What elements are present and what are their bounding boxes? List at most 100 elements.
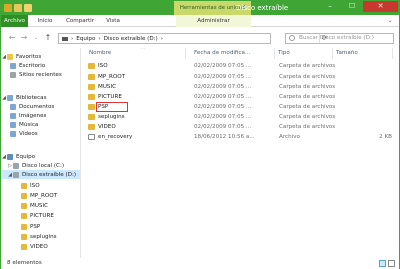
- close-button[interactable]: ✕: [363, 1, 398, 12]
- nav-item-musica[interactable]: Música: [1, 120, 80, 129]
- file-row[interactable]: seplugins 02/02/2009 07:05 ... Carpeta d…: [86, 112, 396, 122]
- nav-subfolder[interactable]: ISO: [1, 181, 80, 190]
- title-bar: Herramientas de unidad Disco extraíble (…: [1, 1, 399, 26]
- forward-icon[interactable]: →: [19, 33, 29, 43]
- nav-label: PICTURE: [30, 212, 54, 219]
- folder-icon: [88, 114, 95, 120]
- nav-favorites[interactable]: ◢ Favoritos: [1, 52, 80, 61]
- nav-item-disco-local[interactable]: ▷ Disco local (C:): [1, 161, 80, 170]
- address-bar[interactable]: › Equipo › Disco extraíble (D:) › ⟳: [58, 33, 327, 44]
- column-header-type[interactable]: Tipo: [275, 48, 333, 59]
- quick-access-toolbar: [4, 3, 32, 13]
- status-bar: 8 elementos: [1, 258, 399, 269]
- back-icon[interactable]: ←: [7, 33, 17, 43]
- column-header-date[interactable]: Fecha de modifica...: [191, 48, 275, 59]
- tab-vista[interactable]: Vista: [102, 15, 124, 27]
- column-header-name[interactable]: ^ Nombre: [86, 48, 186, 59]
- nav-computer[interactable]: ◢ Equipo: [1, 152, 80, 161]
- file-date: 02/02/2009 07:05 ...: [194, 104, 252, 110]
- nav-subfolder[interactable]: VIDEO: [1, 242, 80, 251]
- nav-item-escritorio[interactable]: Escritorio: [1, 61, 80, 70]
- file-row[interactable]: MUSIC 02/02/2009 07:05 ... Carpeta de ar…: [86, 82, 396, 92]
- file-date: 02/02/2009 07:05 ...: [194, 114, 252, 120]
- file-type: Archivo: [279, 134, 300, 140]
- view-switcher: [379, 260, 395, 267]
- breadcrumb-equipo[interactable]: Equipo: [76, 36, 95, 42]
- search-input[interactable]: Buscar Disco extraíble (D:): [285, 33, 394, 44]
- file-row[interactable]: en_recovery 18/06/2012 10:56 a... Archiv…: [86, 132, 396, 142]
- nav-item-videos[interactable]: Vídeos: [1, 129, 80, 138]
- explorer-window: Herramientas de unidad Disco extraíble (…: [0, 0, 400, 269]
- nav-label: Disco local (C:): [22, 162, 65, 169]
- file-size: 2 KB: [379, 134, 392, 140]
- nav-label: MUSIC: [30, 202, 49, 209]
- nav-libraries[interactable]: ◢ Bibliotecas: [1, 93, 80, 102]
- file-name: PSP: [98, 104, 109, 110]
- documents-icon: [10, 103, 16, 110]
- nav-subfolder[interactable]: PICTURE: [1, 211, 80, 220]
- properties-icon[interactable]: [14, 4, 22, 12]
- navigation-pane: ◢ Favoritos Escritorio Sitios recientes …: [1, 48, 81, 258]
- file-type: Carpeta de archivos: [279, 114, 336, 120]
- file-date: 02/02/2009 07:05 ...: [194, 94, 252, 100]
- folder-icon: [21, 182, 27, 189]
- large-icons-view-icon[interactable]: [388, 260, 395, 267]
- breadcrumb-drive[interactable]: Disco extraíble (D:): [104, 36, 158, 42]
- nav-item-sitios-recientes[interactable]: Sitios recientes: [1, 70, 80, 79]
- music-icon: [10, 121, 16, 128]
- nav-label: Equipo: [16, 153, 36, 160]
- drive-small-icon: [62, 36, 68, 41]
- drive-icon: [4, 4, 12, 12]
- recent-locations-icon[interactable]: ⌄: [31, 33, 41, 43]
- nav-label: Bibliotecas: [16, 94, 47, 101]
- file-name: MUSIC: [98, 84, 117, 90]
- pictures-icon: [10, 112, 16, 119]
- nav-label: MP_ROOT: [30, 192, 58, 199]
- file-row[interactable]: PICTURE 02/02/2009 07:05 ... Carpeta de …: [86, 92, 396, 102]
- file-name: seplugins: [98, 114, 125, 120]
- search-icon: [289, 35, 295, 41]
- column-label: Nombre: [89, 50, 112, 56]
- folder-icon: [21, 192, 27, 199]
- nav-subfolder[interactable]: seplugins: [1, 232, 80, 241]
- nav-label: Favoritos: [16, 53, 42, 60]
- nav-item-documentos[interactable]: Documentos: [1, 102, 80, 111]
- minimize-button[interactable]: –: [319, 1, 341, 12]
- file-type: Carpeta de archivos: [279, 94, 336, 100]
- column-label: Tamaño: [336, 50, 358, 56]
- folder-icon: [88, 94, 95, 100]
- file-row[interactable]: MP_ROOT 02/02/2009 07:05 ... Carpeta de …: [86, 72, 396, 82]
- file-row[interactable]: VIDEO 02/02/2009 07:05 ... Carpeta de ar…: [86, 122, 396, 132]
- file-date: 02/02/2009 07:05 ...: [194, 84, 252, 90]
- tab-archivo[interactable]: Archivo: [1, 15, 28, 27]
- new-folder-icon[interactable]: [24, 4, 32, 12]
- nav-item-imagenes[interactable]: Imágenes: [1, 111, 80, 120]
- file-type: Carpeta de archivos: [279, 84, 336, 90]
- videos-icon: [10, 130, 16, 137]
- nav-label: seplugins: [30, 233, 57, 240]
- breadcrumb-separator: ›: [98, 35, 101, 42]
- column-header-size[interactable]: Tamaño: [333, 48, 393, 59]
- file-list: ^ Nombre Fecha de modifica... Tipo Tamañ…: [83, 48, 399, 258]
- tab-administrar[interactable]: Administrar: [176, 15, 251, 27]
- column-label: Fecha de modifica...: [194, 50, 251, 56]
- file-name: en_recovery: [98, 134, 133, 140]
- drive-icon: [13, 162, 19, 169]
- up-icon[interactable]: ↑: [43, 33, 53, 43]
- file-row[interactable]: PSP 02/02/2009 07:05 ... Carpeta de arch…: [86, 102, 396, 112]
- tab-compartir[interactable]: Compartir: [63, 15, 97, 27]
- expand-ribbon-icon[interactable]: ⌄: [385, 16, 395, 26]
- file-date: 02/02/2009 07:05 ...: [194, 74, 252, 80]
- file-row[interactable]: ISO 02/02/2009 07:05 ... Carpeta de arch…: [86, 61, 396, 71]
- nav-item-disco-extraible[interactable]: ◢ Disco extraíble (D:): [1, 170, 80, 179]
- details-view-icon[interactable]: [379, 260, 386, 267]
- file-date: 02/02/2009 07:05 ...: [194, 63, 252, 69]
- nav-subfolder[interactable]: MP_ROOT: [1, 191, 80, 200]
- nav-label: Vídeos: [19, 130, 38, 137]
- folder-icon: [88, 84, 95, 90]
- nav-subfolder[interactable]: PSP: [1, 222, 80, 231]
- tab-inicio[interactable]: Inicio: [35, 15, 55, 27]
- folder-icon: [21, 212, 27, 219]
- nav-subfolder[interactable]: MUSIC: [1, 201, 80, 210]
- maximize-button[interactable]: ☐: [341, 1, 363, 12]
